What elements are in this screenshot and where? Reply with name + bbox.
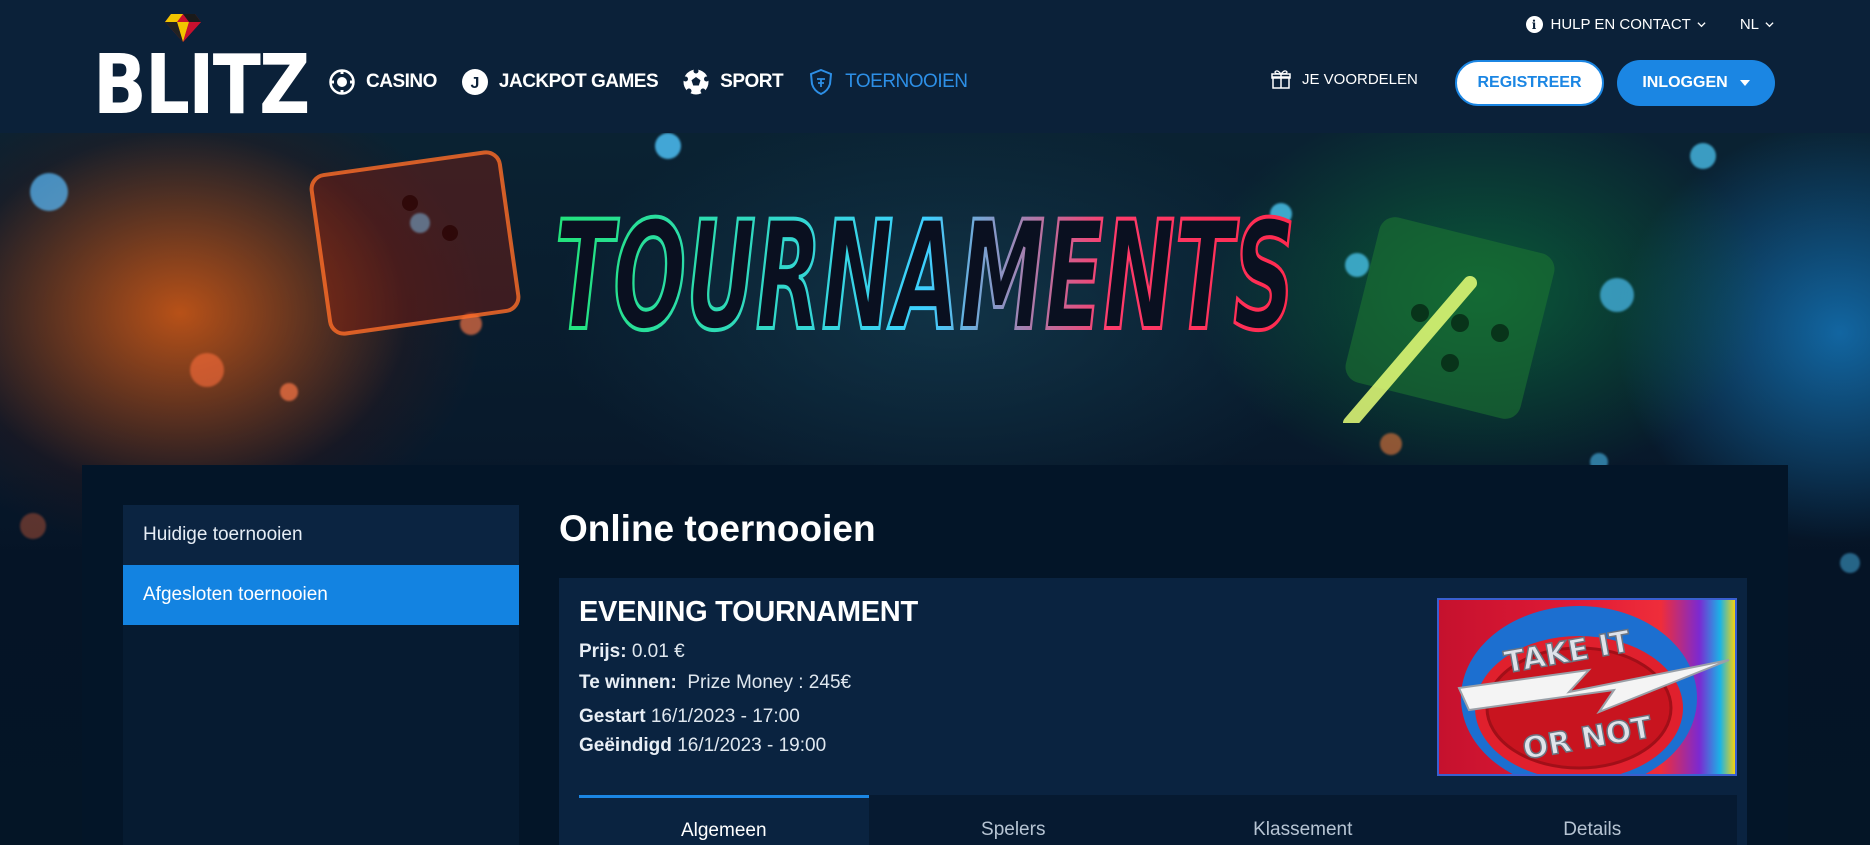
nav-casino-label: CASINO (366, 71, 437, 92)
jackpot-j-icon: J (461, 68, 489, 96)
main-panel: Huidige toernooien Afgesloten toernooien… (82, 465, 1788, 845)
bokeh-light (1600, 278, 1634, 312)
login-button[interactable]: INLOGGEN (1617, 60, 1775, 106)
nav-casino[interactable]: CASINO (328, 68, 437, 96)
tournament-price: Prijs: 0.01 € (579, 641, 685, 663)
bokeh-light (1840, 553, 1860, 573)
chevron-down-icon (1697, 22, 1706, 28)
bokeh-light (30, 173, 68, 211)
hero-title: TOURNAMENTS (545, 188, 1305, 366)
bokeh-light (190, 353, 224, 387)
logo-text: BLITZ (93, 38, 310, 133)
nav-toernooien-label: TOERNOOIEN (845, 71, 968, 92)
main-nav: CASINO J JACKPOT GAMES SPORT TOERNOOIEN (328, 66, 992, 98)
caret-down-icon (1739, 80, 1750, 86)
info-icon: i (1525, 16, 1543, 33)
gift-icon (1271, 70, 1291, 89)
tab-algemeen[interactable]: Algemeen (579, 795, 869, 845)
sidebar-item-closed-tournaments[interactable]: Afgesloten toernooien (123, 565, 519, 625)
price-value: 0.01 € (631, 641, 685, 662)
tournament-shield-icon (807, 68, 835, 96)
tournament-title: EVENING TOURNAMENT (579, 596, 918, 628)
sidebar-item-label: Afgesloten toernooien (143, 584, 328, 605)
bokeh-light (1380, 433, 1402, 455)
start-value: 16/1/2023 - 17:00 (650, 706, 800, 727)
register-button[interactable]: REGISTREER (1455, 60, 1604, 106)
tab-details[interactable]: Details (1448, 795, 1738, 845)
help-label: HULP EN CONTACT (1550, 16, 1691, 33)
sidebar-item-label: Huidige toernooien (143, 524, 303, 545)
tournament-content: Online toernooien EVENING TOURNAMENT Pri… (559, 505, 1747, 845)
nav-toernooien[interactable]: TOERNOOIEN (807, 68, 968, 96)
tournament-prize: Te winnen: Prize Money : 245€ (579, 672, 851, 694)
prize-value: Prize Money : 245€ (687, 672, 852, 693)
bokeh-light (280, 383, 298, 401)
tab-klassement[interactable]: Klassement (1158, 795, 1448, 845)
language-label: NL (1739, 16, 1759, 33)
nav-jackpot-games[interactable]: J JACKPOT GAMES (461, 68, 659, 96)
tournament-sidebar: Huidige toernooien Afgesloten toernooien (123, 505, 519, 845)
top-utility-bar: i HULP EN CONTACT NL (1525, 16, 1774, 33)
hero-title-text: TOURNAMENTS (555, 193, 1295, 363)
language-selector[interactable]: NL (1740, 16, 1774, 33)
bokeh-light (1690, 143, 1716, 169)
casino-chip-icon (328, 68, 356, 96)
nav-jackpot-label: JACKPOT GAMES (498, 71, 659, 92)
site-header: BLITZ CASINO J JACKPOT GAMES SPORT TOERN… (0, 0, 1870, 133)
perks-link[interactable]: JE VOORDELEN (1270, 68, 1418, 90)
perks-label: JE VOORDELEN (1302, 70, 1418, 88)
nav-sport[interactable]: SPORT (682, 68, 784, 96)
start-label: Gestart (579, 706, 646, 727)
help-contact-link[interactable]: i HULP EN CONTACT (1525, 16, 1706, 33)
tournament-end: Geëindigd 16/1/2023 - 19:00 (579, 735, 826, 757)
soccer-ball-icon (682, 68, 710, 96)
price-label: Prijs: (579, 641, 627, 662)
chevron-down-icon (1765, 22, 1774, 28)
dice-decoration (309, 150, 521, 336)
prize-label: Te winnen: (579, 672, 677, 693)
svg-text:J: J (470, 75, 479, 92)
end-value: 16/1/2023 - 19:00 (677, 735, 827, 756)
tournament-card: EVENING TOURNAMENT Prijs: 0.01 € Te winn… (559, 578, 1747, 845)
bokeh-light (20, 513, 46, 539)
sidebar-background (123, 625, 519, 845)
sidebar-item-current-tournaments[interactable]: Huidige toernooien (123, 505, 519, 565)
green-dice-decoration (1343, 217, 1555, 423)
page-title: Online toernooien (559, 508, 876, 549)
bokeh-light (655, 133, 681, 159)
tournament-game-image[interactable]: TAKE IT OR NOT (1437, 598, 1737, 776)
tab-spelers[interactable]: Spelers (869, 795, 1159, 845)
end-label: Geëindigd (579, 735, 672, 756)
blitz-logo[interactable]: BLITZ (93, 12, 310, 127)
tournament-start: Gestart 16/1/2023 - 17:00 (579, 706, 800, 728)
tournament-tabs: Algemeen Spelers Klassement Details (579, 795, 1737, 845)
nav-sport-label: SPORT (720, 71, 784, 92)
login-label: INLOGGEN (1642, 74, 1728, 91)
